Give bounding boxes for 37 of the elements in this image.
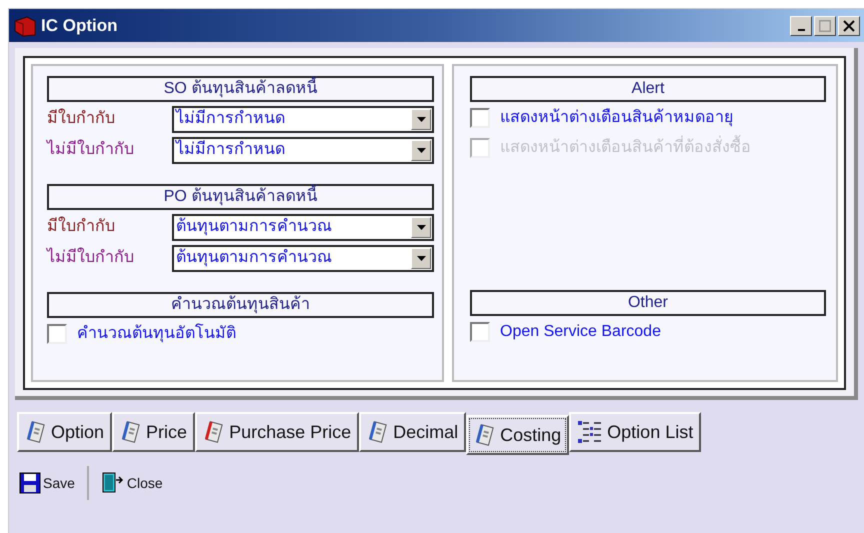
tab[interactable]: Option List	[569, 412, 702, 452]
checkbox-label: คำนวณต้นทุนอัตโนมัติ	[77, 322, 236, 344]
minimize-button[interactable]	[790, 16, 812, 36]
section-header: SO ต้นทุนสินค้าลดหนี้	[47, 76, 434, 102]
minimize-icon	[798, 28, 804, 30]
section-header: PO ต้นทุนสินค้าลดหนี้	[47, 184, 434, 210]
section-header: Other	[470, 290, 826, 316]
toolbar-button[interactable]: Close	[98, 468, 165, 498]
list-icon	[577, 420, 604, 444]
section-header: คำนวณต้นทุนสินค้า	[47, 292, 434, 318]
field-label: ไม่มีใบกำกับ	[47, 246, 135, 268]
window-title: IC Option	[41, 14, 118, 37]
app-icon	[13, 14, 37, 36]
dropdown[interactable]: ต้นทุนตามการคำนวณ	[172, 244, 434, 272]
section-header: Alert	[470, 76, 826, 102]
field-label: ไม่มีใบกำกับ	[47, 138, 135, 160]
close-button[interactable]	[838, 16, 860, 36]
checkbox-label: แสดงหน้าต่างเตือนสินค้าหมดอายุ	[500, 107, 733, 128]
checkbox-label: Open Service Barcode	[500, 322, 661, 342]
checkbox[interactable]	[470, 322, 490, 342]
tab[interactable]: Costing	[466, 415, 570, 455]
maximize-button[interactable]	[814, 16, 836, 36]
tab[interactable]: Option	[17, 412, 112, 452]
close-icon	[843, 20, 855, 32]
field-label: มีใบกำกับ	[47, 108, 116, 129]
tab[interactable]: Decimal	[359, 412, 466, 452]
door-icon	[100, 472, 125, 494]
dropdown[interactable]: ไม่มีการกำหนด	[172, 136, 434, 164]
tab[interactable]: Purchase Price	[195, 412, 360, 452]
field-label: มีใบกำกับ	[47, 216, 116, 237]
checkbox[interactable]	[47, 324, 67, 344]
dropdown[interactable]: ไม่มีการกำหนด	[172, 106, 434, 132]
tab[interactable]: Price	[112, 412, 196, 452]
toolbar-button[interactable]: Save	[17, 468, 77, 498]
checkbox[interactable]	[470, 108, 490, 128]
dropdown[interactable]: ต้นทุนตามการคำนวณ	[172, 214, 434, 240]
maximize-icon	[819, 20, 831, 32]
